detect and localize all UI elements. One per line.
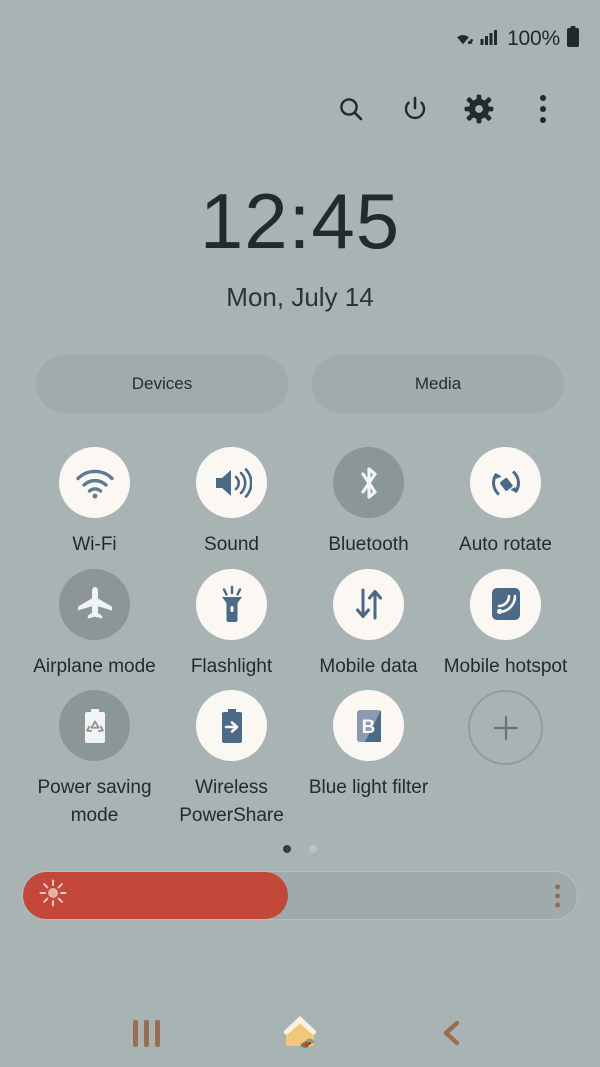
tile-label: Sound [204, 534, 259, 555]
data-arrows-icon [333, 568, 404, 640]
tile-add-button[interactable] [437, 690, 574, 829]
blue-light-b-icon: B [333, 690, 404, 762]
tile-auto-rotate[interactable]: Auto rotate [437, 447, 574, 559]
tile-flashlight[interactable]: Flashlight [163, 568, 300, 681]
tile-label: Wi-Fi [72, 534, 117, 555]
clock-time: 12:45 [199, 177, 401, 265]
page-indicator [0, 845, 600, 854]
wifi-icon [59, 447, 130, 518]
battery-recycle-icon [59, 690, 130, 762]
auto-rotate-icon [470, 447, 541, 518]
speaker-icon [196, 447, 267, 518]
wifi-signal-icon [451, 27, 475, 52]
battery-full-icon [566, 25, 580, 53]
hotspot-icon [470, 568, 541, 640]
tile-bluetooth[interactable]: Bluetooth [300, 447, 437, 559]
quick-toggle-grid: Wi-Fi Sound Bluetooth Auto rotate Airpla… [0, 447, 600, 829]
clock-date: Mon, July 14 [226, 282, 374, 312]
tile-label: Blue light filter [308, 777, 429, 799]
tile-mobile-hotspot[interactable]: Mobile hotspot [437, 568, 574, 681]
tile-airplane-mode[interactable]: Airplane mode [26, 568, 163, 681]
brightness-sun-icon [39, 879, 67, 912]
brightness-options-icon[interactable] [555, 884, 560, 908]
overflow-menu-icon[interactable] [528, 94, 558, 124]
tile-label: Flashlight [190, 655, 273, 677]
clock-block[interactable]: 12:45 Mon, July 14 [0, 182, 600, 313]
tile-wireless-powershare[interactable]: Wireless PowerShare [163, 690, 300, 829]
tile-label: Auto rotate [459, 534, 552, 555]
devices-button[interactable]: Devices [36, 355, 288, 413]
action-bar [0, 78, 600, 140]
status-bar: 100% [0, 0, 600, 78]
brightness-slider[interactable] [22, 871, 578, 921]
tile-label: Mobile data [319, 655, 418, 677]
recents-icon[interactable] [117, 1009, 177, 1057]
navigation-bar [0, 999, 600, 1067]
tile-wifi[interactable]: Wi-Fi [26, 447, 163, 559]
battery-percent-label: 100% [507, 27, 560, 50]
battery-share-icon [196, 690, 267, 762]
cellular-bars-icon [480, 28, 498, 51]
page-dot-active [283, 845, 291, 854]
add-tile-icon [468, 690, 543, 766]
shortcut-pill-row: Devices Media [0, 355, 600, 413]
gear-icon[interactable] [464, 94, 494, 124]
search-icon[interactable] [336, 94, 366, 124]
svg-text:B: B [361, 717, 375, 738]
tile-blue-light-filter[interactable]: B Blue light filter [300, 690, 437, 829]
brightness-slider-fill [23, 872, 289, 920]
bluetooth-icon [333, 447, 404, 518]
tile-label: Airplane mode [33, 655, 156, 677]
home-icon[interactable] [270, 1009, 330, 1057]
airplane-icon [59, 568, 130, 640]
media-button[interactable]: Media [312, 355, 564, 413]
tile-label: Power saving mode [37, 777, 152, 826]
page-dot-inactive [309, 845, 317, 854]
tile-label: Bluetooth [328, 534, 409, 555]
quick-settings-panel: 100% 12:45 Mon, July 14 Devices Media Wi… [0, 0, 600, 1067]
flashlight-icon [196, 568, 267, 640]
status-icons: 100% [451, 25, 580, 53]
back-icon[interactable] [423, 1009, 483, 1057]
tile-label: Mobile hotspot [443, 655, 568, 677]
tile-label: Wireless PowerShare [179, 777, 284, 826]
power-icon[interactable] [400, 94, 430, 124]
tile-mobile-data[interactable]: Mobile data [300, 568, 437, 681]
tile-sound[interactable]: Sound [163, 447, 300, 559]
tile-power-saving-mode[interactable]: Power saving mode [26, 690, 163, 829]
